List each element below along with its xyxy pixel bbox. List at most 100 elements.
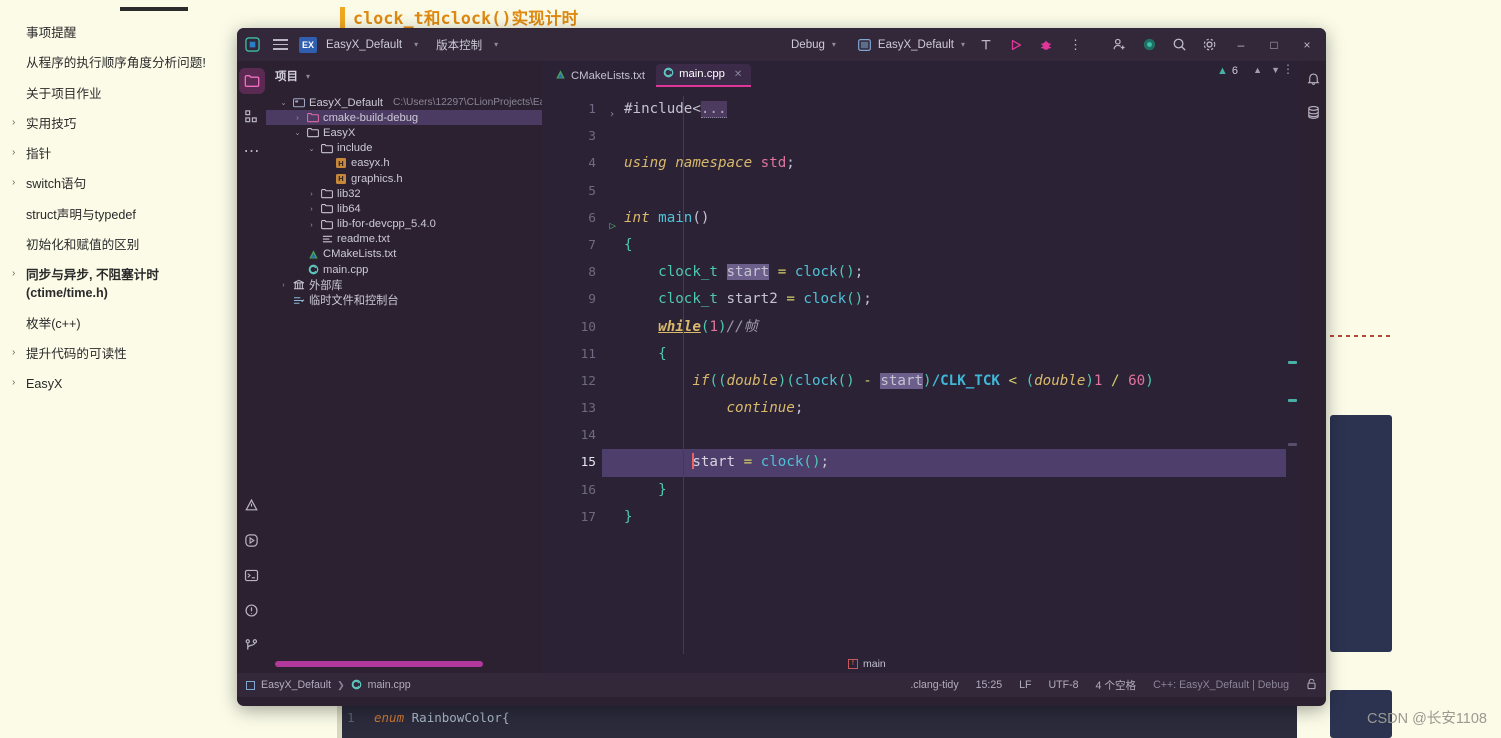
previous-problem-icon[interactable]: ▲ [1253,65,1262,75]
code-line-16[interactable]: } [602,477,1300,504]
tree-row-lib32[interactable]: › lib32 [266,186,542,201]
line-number-6[interactable]: ▷ 6 [542,205,616,232]
code-line-3[interactable] [602,123,1300,150]
status-toolchain[interactable]: C++: EasyX_Default | Debug [1153,679,1289,691]
line-number-16[interactable]: 16 [542,477,602,504]
editor-more-icon[interactable]: ⋮ [1282,62,1294,76]
tree-row-lib64[interactable]: › lib64 [266,201,542,216]
status-encoding[interactable]: UTF-8 [1049,679,1079,691]
expand-chevron-icon-include[interactable]: ⌄ [306,144,317,153]
code-line-8[interactable]: clock_t start = clock(); [602,259,1300,286]
main-menu-icon[interactable] [271,35,290,54]
sidebar-item-5[interactable]: › switch语句 [12,169,225,199]
sidebar-item-2[interactable]: 关于项目作业 [12,79,225,109]
tree-row-lib-for-devcpp[interactable]: › lib-for-devcpp_5.4.0 [266,217,542,232]
line-number-15[interactable]: 15 [542,449,602,476]
close-button[interactable]: × [1296,38,1318,52]
tree-row-main-cpp[interactable]: main.cpp [266,262,542,277]
database-tool-icon[interactable] [1306,105,1321,125]
project-name-label[interactable]: EasyX_Default [326,39,402,51]
more-actions-icon[interactable]: ⋮ [1066,35,1085,54]
expand-chevron-icon-lib64[interactable]: › [306,204,317,213]
line-number-7[interactable]: 7 [542,232,602,259]
expand-chevron-icon-lib32[interactable]: › [306,189,317,198]
status-lock-icon[interactable] [1306,678,1317,693]
next-problem-icon[interactable]: ▼ [1271,65,1280,75]
ai-assistant-icon[interactable] [1140,35,1159,54]
status-indent[interactable]: 4 个空格 [1096,678,1137,693]
code-lines[interactable]: #include<... using namespace std; int ma… [602,87,1300,654]
tree-row-project-root[interactable]: ⌄ EasyX_Default C:\Users\12297\CLionProj… [266,95,542,110]
sidebar-item-8[interactable]: › 同步与异步, 不阻塞计时 (ctime/time.h) [12,260,225,309]
git-branch-icon[interactable] [239,632,265,658]
run-button-icon[interactable] [1006,35,1025,54]
structure-main-strip[interactable]: f main [542,654,1300,673]
commit-tool-icon[interactable] [239,103,265,129]
line-number-11[interactable]: 11 [542,341,602,368]
sidebar-item-7[interactable]: 初始化和赋值的区别 [12,230,225,260]
code-line-7[interactable]: { [602,232,1300,259]
line-number-12[interactable]: 12 [542,368,602,395]
gear-icon[interactable] [1200,35,1219,54]
code-line-1[interactable]: #include<... [602,96,1300,123]
warning-marker-1[interactable] [1288,361,1297,364]
run-config-scope[interactable]: Debug ▾ [791,39,836,51]
line-number-8[interactable]: 8 [542,259,602,286]
add-user-icon[interactable] [1110,35,1129,54]
code-line-14[interactable] [602,422,1300,449]
expand-chevron-icon-lib-devcpp[interactable]: › [306,220,317,229]
tree-row-include-folder[interactable]: ⌄ include [266,141,542,156]
tree-row-cmake-build-debug[interactable]: › cmake-build-debug [266,110,542,126]
line-number-17[interactable]: 17 [542,504,602,531]
code-line-13[interactable]: continue; [602,395,1300,422]
breadcrumb-file[interactable]: main.cpp [368,679,411,691]
project-chevron-down-icon[interactable]: ▾ [414,40,418,49]
problems-tool-icon[interactable] [239,492,265,518]
sidebar-item-6[interactable]: struct声明与typedef [12,200,225,230]
line-number-14[interactable]: 14 [542,422,602,449]
sidebar-item-11[interactable]: › EasyX [12,369,225,399]
search-icon[interactable] [1170,35,1189,54]
expand-chevron-icon-root[interactable]: ⌄ [278,98,289,107]
tree-row-readme-txt[interactable]: readme.txt [266,232,542,247]
sidebar-item-1[interactable]: 从程序的执行顺序角度分析问题! [12,48,225,78]
breadcrumb-project[interactable]: EasyX_Default [261,679,331,691]
expand-chevron-icon-external-libs[interactable]: › [278,280,289,289]
sidebar-item-9[interactable]: 枚举(c++) [12,309,225,339]
code-line-11[interactable]: { [602,341,1300,368]
code-line-6[interactable]: int main() [602,205,1300,232]
project-panel-chevron-down-icon[interactable]: ▾ [306,72,310,81]
run-config-selector[interactable]: EasyX_Default ▾ [855,35,965,54]
line-number-3[interactable]: 3 [542,123,602,150]
sidebar-item-0[interactable]: 事项提醒 [12,18,225,48]
services-tool-icon[interactable] [239,597,265,623]
tab-main-cpp[interactable]: main.cpp ✕ [656,64,752,87]
status-line-separator[interactable]: LF [1019,679,1031,691]
status-caret-position[interactable]: 15:25 [976,679,1003,691]
code-line-5[interactable] [602,178,1300,205]
minimize-button[interactable]: – [1230,38,1252,52]
line-number-1[interactable]: › 1 [542,96,615,123]
code-line-17[interactable]: } [602,504,1300,531]
status-inspection-profile[interactable]: .clang-tidy [910,679,958,691]
editor-error-stripe[interactable] [1286,113,1300,654]
debug-bug-icon[interactable] [1036,35,1055,54]
terminal-tool-icon[interactable] [239,562,265,588]
line-number-5[interactable]: 5 [542,178,602,205]
tree-row-external-libraries[interactable]: › 外部库 [266,277,542,292]
sidebar-item-10[interactable]: › 提升代码的可读性 [12,339,225,369]
inspection-warning-chip[interactable]: ▲ 6 [1217,65,1238,77]
line-number-10[interactable]: 10 [542,314,602,341]
sidebar-item-3[interactable]: › 实用技巧 [12,109,225,139]
code-line-12[interactable]: if((double)(clock() - start)/CLK_TCK < (… [602,368,1300,395]
line-number-13[interactable]: 13 [542,395,602,422]
project-tree-horizontal-scrollbar[interactable] [275,661,513,667]
warning-marker-2[interactable] [1288,399,1297,402]
tree-row-cmakelists-txt[interactable]: CMakeLists.txt [266,247,542,262]
expand-chevron-icon-easyx[interactable]: ⌄ [292,128,303,137]
build-hammer-icon[interactable] [976,35,995,54]
notifications-bell-icon[interactable] [1306,71,1321,91]
tree-row-easyx-folder[interactable]: ⌄ EasyX [266,125,542,140]
more-tool-windows-icon[interactable]: ⋯ [239,138,265,164]
run-tool-icon[interactable] [239,527,265,553]
